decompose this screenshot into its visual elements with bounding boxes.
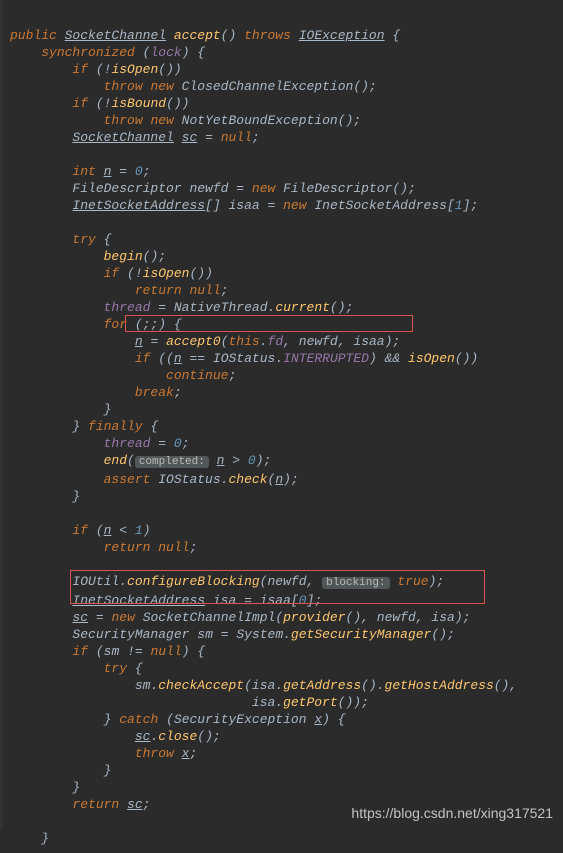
code-line: break;	[10, 385, 182, 400]
code-line: public SocketChannel accept() throws IOE…	[10, 28, 400, 43]
code-line: sc = new SocketChannelImpl(provider(), n…	[10, 610, 470, 625]
code-line: assert IOStatus.check(n);	[10, 472, 299, 487]
code-line: synchronized (lock) {	[10, 45, 205, 60]
code-line: sc.close();	[10, 729, 221, 744]
code-line: try {	[10, 661, 143, 676]
code-line: InetSocketAddress[] isaa = new InetSocke…	[10, 198, 478, 213]
watermark: https://blog.csdn.net/xing317521	[351, 805, 553, 821]
code-line: } catch (SecurityException x) {	[10, 712, 346, 727]
code-line: SocketChannel sc = null;	[10, 130, 260, 145]
param-hint-badge: completed:	[135, 456, 209, 468]
code-line: return null;	[10, 540, 197, 555]
code-line: FileDescriptor newfd = new FileDescripto…	[10, 181, 416, 196]
code-line: if (!isOpen())	[10, 266, 213, 281]
code-line: for (;;) {	[10, 317, 182, 332]
code-line: IOUtil.configureBlocking(newfd, blocking…	[10, 574, 444, 589]
code-line: }	[10, 831, 49, 846]
code-line: return sc;	[10, 797, 150, 812]
code-line: if (!isBound())	[10, 96, 189, 111]
code-line: if (!isOpen())	[10, 62, 182, 77]
code-line: throw new NotYetBoundException();	[10, 113, 361, 128]
code-line: isa.getPort());	[10, 695, 369, 710]
code-line: throw new ClosedChannelException();	[10, 79, 377, 94]
code-line: }	[10, 763, 111, 778]
code-line: int n = 0;	[10, 164, 151, 179]
code-line: if ((n == IOStatus.INTERRUPTED) && isOpe…	[10, 351, 478, 366]
code-line: continue;	[10, 368, 236, 383]
code-line: if (sm != null) {	[10, 644, 205, 659]
code-line: }	[10, 489, 80, 504]
code-line: SecurityManager sm = System.getSecurityM…	[10, 627, 455, 642]
code-line: try {	[10, 232, 111, 247]
gutter	[0, 0, 3, 829]
code-line: if (n < 1)	[10, 523, 151, 538]
code-line: InetSocketAddress isa = isaa[0];	[10, 593, 322, 608]
code-line: throw x;	[10, 746, 197, 761]
code-line: n = accept0(this.fd, newfd, isaa);	[10, 334, 400, 349]
code-line: return null;	[10, 283, 228, 298]
code-line: begin();	[10, 249, 166, 264]
code-line: thread = 0;	[10, 436, 190, 451]
code-line: }	[10, 780, 80, 795]
code-line: sm.checkAccept(isa.getAddress().getHostA…	[10, 678, 517, 693]
code-line: } finally {	[10, 419, 158, 434]
param-hint-badge: blocking:	[322, 577, 389, 589]
code-line: end(completed: n > 0);	[10, 453, 271, 468]
code-line: thread = NativeThread.current();	[10, 300, 353, 315]
code-line: }	[10, 402, 111, 417]
code-editor[interactable]: public SocketChannel accept() throws IOE…	[0, 0, 563, 853]
